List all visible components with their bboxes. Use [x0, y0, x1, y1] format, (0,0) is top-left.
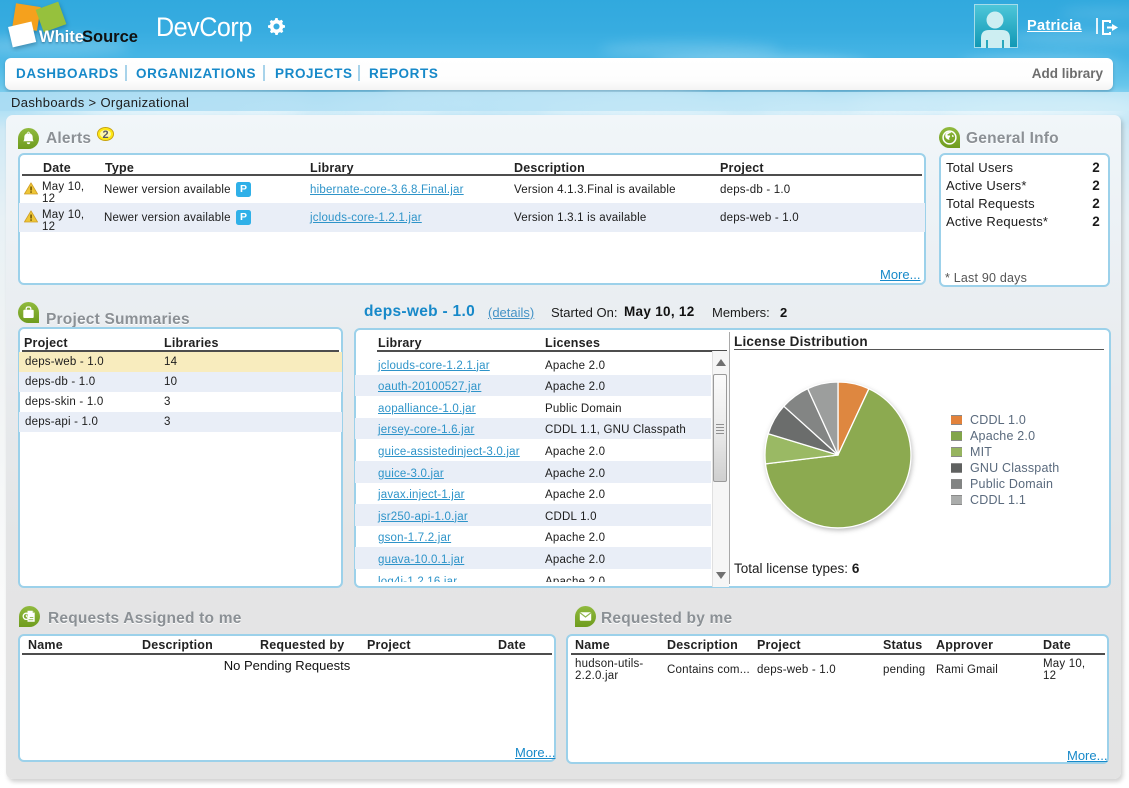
svg-text:White: White [39, 28, 84, 46]
svg-text:Source: Source [82, 28, 138, 46]
